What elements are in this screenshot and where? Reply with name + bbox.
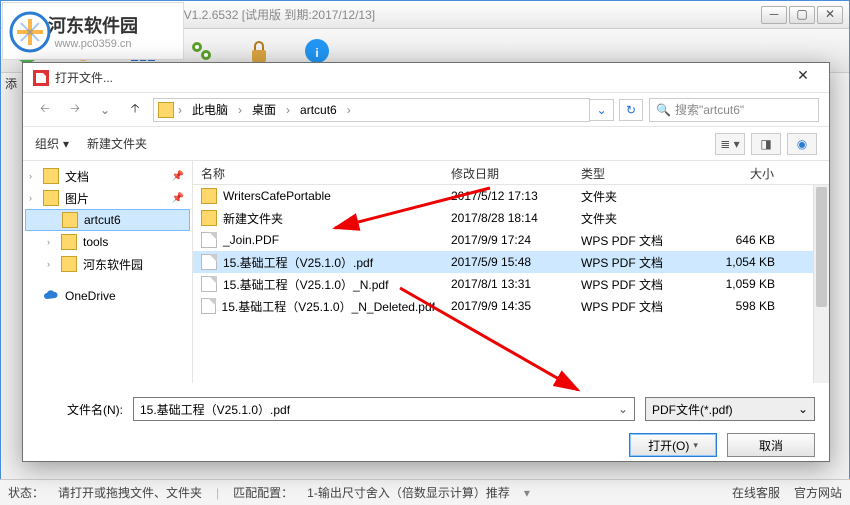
search-icon: 🔍: [656, 103, 671, 117]
open-button[interactable]: 打开(O)▾: [629, 433, 717, 457]
view-mode-button[interactable]: ≣ ▾: [715, 133, 745, 155]
file-icon: [201, 254, 217, 270]
search-input[interactable]: 🔍 搜索"artcut6": [649, 98, 819, 122]
cancel-button[interactable]: 取消: [727, 433, 815, 457]
status-bar: 状态： 请打开或拖拽文件、文件夹 | 匹配配置： 1-输出尺寸舍入（倍数显示计算…: [0, 479, 850, 505]
filetype-select[interactable]: PDF文件(*.pdf) ⌄: [645, 397, 815, 421]
col-date[interactable]: 修改日期: [443, 161, 573, 184]
tree-item[interactable]: ›文档📌: [25, 165, 190, 187]
nav-history-button[interactable]: ⌄: [93, 98, 117, 122]
list-header: 名称 修改日期 类型 大小: [193, 161, 829, 185]
file-row[interactable]: WritersCafePortable2017/5/12 17:13文件夹: [193, 185, 829, 207]
chevron-down-icon: ⌄: [798, 402, 808, 416]
crumb-folder[interactable]: artcut6: [294, 100, 343, 120]
filename-value: 15.基础工程（V25.1.0）.pdf: [140, 401, 290, 418]
nav-back-button[interactable]: 🡠: [33, 98, 57, 122]
chevron-right-icon[interactable]: ›: [345, 100, 353, 120]
side-label: 添: [5, 75, 17, 92]
chevron-right-icon[interactable]: ›: [284, 100, 292, 120]
tree-item[interactable]: ›河东软件园: [25, 253, 190, 275]
maximize-button[interactable]: ▢: [789, 6, 815, 24]
filetype-value: PDF文件(*.pdf): [652, 401, 733, 418]
organize-menu[interactable]: 组织▾: [35, 135, 69, 152]
tree-item[interactable]: ›图片📌: [25, 187, 190, 209]
scrollbar-thumb[interactable]: [816, 187, 827, 307]
filename-label: 文件名(N):: [37, 401, 123, 418]
file-row[interactable]: 15.基础工程（V25.1.0）.pdf2017/5/9 15:48WPS PD…: [193, 251, 829, 273]
dialog-title: 打开文件...: [55, 69, 787, 86]
tree-item[interactable]: OneDrive: [25, 285, 190, 307]
folder-icon: [201, 188, 217, 204]
dialog-titlebar: 打开文件... ✕: [23, 63, 829, 93]
nav-forward-button: 🡢: [63, 98, 87, 122]
file-row[interactable]: 15.基础工程（V25.1.0）_N_Deleted.pdf2017/9/9 1…: [193, 295, 829, 317]
crumb-pc[interactable]: 此电脑: [186, 100, 234, 120]
logo-text: 河东软件园: [48, 12, 138, 38]
preview-pane-button[interactable]: ◨: [751, 133, 781, 155]
file-icon: [201, 232, 217, 248]
logo-url: www.pc0359.cn: [54, 38, 131, 50]
nav-bar: 🡠 🡢 ⌄ 🡡 › 此电脑 › 桌面 › artcut6 › ⌄ ↻ 🔍 搜索"…: [23, 93, 829, 127]
open-file-dialog: 打开文件... ✕ 🡠 🡢 ⌄ 🡡 › 此电脑 › 桌面 › artcut6 ›…: [22, 62, 830, 462]
folder-icon: [201, 210, 217, 226]
filename-input[interactable]: 15.基础工程（V25.1.0）.pdf ⌄: [133, 397, 635, 421]
file-row[interactable]: 15.基础工程（V25.1.0）_N.pdf2017/8/1 13:31WPS …: [193, 273, 829, 295]
tree-item[interactable]: ›tools: [25, 231, 190, 253]
col-type[interactable]: 类型: [573, 161, 693, 184]
dialog-footer: 文件名(N): 15.基础工程（V25.1.0）.pdf ⌄ PDF文件(*.p…: [23, 383, 829, 469]
col-name[interactable]: 名称: [193, 161, 443, 184]
search-placeholder: 搜索"artcut6": [675, 101, 744, 118]
tree-item[interactable]: artcut6: [25, 209, 190, 231]
pdf-icon: [33, 70, 49, 86]
online-service-link[interactable]: 在线客服: [732, 484, 780, 501]
dialog-close-button[interactable]: ✕: [787, 67, 819, 89]
status-rule: 1-输出尺寸舍入（倍数显示计算）推荐: [307, 484, 510, 501]
config-dropdown-icon[interactable]: ▾: [524, 486, 530, 500]
close-button[interactable]: ✕: [817, 6, 843, 24]
file-list: 名称 修改日期 类型 大小 WritersCafePortable2017/5/…: [193, 161, 829, 383]
status-hint: 请打开或拖拽文件、文件夹: [58, 484, 202, 501]
file-icon: [201, 276, 217, 292]
nav-up-button[interactable]: 🡡: [123, 98, 147, 122]
crumb-dropdown-button[interactable]: ⌄: [590, 99, 614, 121]
help-button[interactable]: ◉: [787, 133, 817, 155]
chevron-down-icon[interactable]: ⌄: [618, 402, 628, 416]
chevron-down-icon: ▾: [63, 137, 69, 151]
svg-text:i: i: [315, 46, 318, 60]
chevron-right-icon[interactable]: ›: [176, 100, 184, 120]
file-icon: [201, 298, 216, 314]
crumb-desktop[interactable]: 桌面: [246, 100, 282, 120]
new-folder-button[interactable]: 新建文件夹: [87, 135, 147, 152]
status-label: 状态：: [8, 484, 44, 501]
chevron-right-icon[interactable]: ›: [236, 100, 244, 120]
official-site-link[interactable]: 官方网站: [794, 484, 842, 501]
file-row[interactable]: _Join.PDF2017/9/9 17:24WPS PDF 文档646 KB: [193, 229, 829, 251]
breadcrumb[interactable]: › 此电脑 › 桌面 › artcut6 ›: [153, 98, 590, 122]
folder-icon: [158, 102, 174, 118]
nav-tree[interactable]: ›文档📌›图片📌artcut6›tools›河东软件园 OneDrive: [23, 161, 193, 383]
file-row[interactable]: 新建文件夹2017/8/28 18:14文件夹: [193, 207, 829, 229]
minimize-button[interactable]: ─: [761, 6, 787, 24]
chevron-down-icon: ▾: [693, 440, 698, 451]
col-size[interactable]: 大小: [693, 161, 783, 184]
watermark-logo: 河东软件园 www.pc0359.cn: [2, 2, 184, 60]
status-match-label: 匹配配置：: [233, 484, 293, 501]
refresh-button[interactable]: ↻: [619, 99, 643, 121]
command-bar: 组织▾ 新建文件夹 ≣ ▾ ◨ ◉: [23, 127, 829, 161]
scrollbar[interactable]: [813, 185, 829, 383]
